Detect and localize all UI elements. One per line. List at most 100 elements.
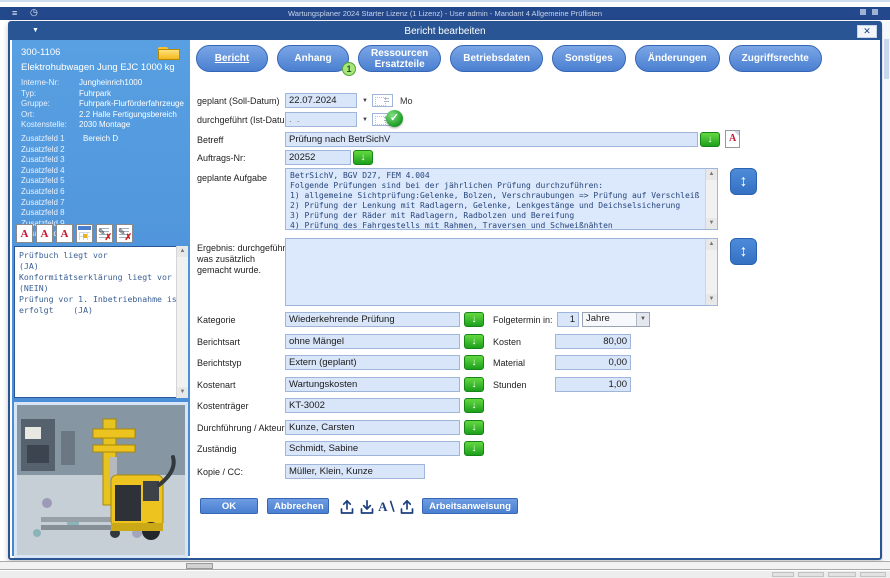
select-row-lookup-button[interactable]: ↓ [464, 355, 484, 370]
done-date-label: durchgeführt (Ist-Datum) [197, 115, 296, 125]
scroll-down-icon[interactable]: ▼ [177, 387, 188, 398]
upload-icon[interactable] [398, 498, 416, 515]
scroll-down-icon[interactable]: ▼ [706, 294, 717, 305]
pallet-truck-illustration [17, 405, 185, 555]
scrollbar-thumb[interactable] [186, 563, 213, 569]
amount-row-input[interactable] [555, 333, 631, 349]
amount-row-input[interactable] [555, 376, 631, 392]
extra-field-row: Zusatzfeld 2 [21, 145, 188, 156]
scroll-up-icon[interactable]: ▲ [177, 246, 188, 257]
chevron-down-icon[interactable]: ▼ [362, 98, 368, 104]
select-row-input[interactable] [285, 441, 460, 456]
done-date-input[interactable] [285, 112, 357, 127]
tab-label: Änderungen [647, 53, 707, 64]
object-id: 300-1106 [21, 47, 61, 58]
extra-field-row: Zusatzfeld 3 [21, 155, 188, 166]
close-icon[interactable]: ✕ [857, 25, 877, 38]
extra-field-label: Zusatzfeld 3 [21, 155, 65, 165]
confirm-check-icon[interactable]: ✓ [386, 110, 403, 127]
upload-icon[interactable] [338, 498, 356, 515]
select-row-label: Kostenträger [197, 401, 249, 411]
select-row-lookup-button[interactable]: ↓ [464, 376, 484, 392]
select-row-lookup-button[interactable]: ↓ [464, 441, 484, 456]
statusbar [0, 571, 890, 578]
pdf-icon[interactable]: A [725, 130, 740, 148]
detail-row: Gruppe: Fuhrpark-Flurförderfahrzeuge [21, 99, 188, 110]
equipment-photo[interactable] [14, 402, 188, 558]
scroll-up-icon[interactable]: ▲ [706, 169, 717, 180]
tab-label: Anhang [294, 53, 332, 64]
order-no-lookup-button[interactable]: ↓ [353, 150, 373, 165]
object-notes-field[interactable]: Prüfbuch liegt vor (JA) Konformitätserkl… [14, 246, 188, 398]
dialog-bericht-bearbeiten: ▼ Bericht bearbeiten ✕ 300-1106 Elektroh… [8, 21, 882, 560]
download-icon[interactable] [358, 498, 376, 515]
tab[interactable]: Änderungen [634, 45, 720, 72]
select-row-lookup-button[interactable]: ↓ [464, 398, 484, 413]
window-horizontal-scrollbar[interactable] [0, 561, 890, 570]
tab-label: Betriebsdaten [463, 53, 530, 64]
select-row-input[interactable] [285, 398, 460, 413]
ok-button[interactable]: OK [200, 498, 258, 514]
planned-date-input[interactable] [285, 93, 357, 108]
object-name: Elektrohubwagen Jung EJC 1000 kg [21, 62, 175, 73]
select-row-input[interactable] [285, 355, 460, 370]
pdf-icon[interactable]: A [56, 224, 73, 243]
notes-scrollbar[interactable]: ▲ ▼ [176, 246, 188, 398]
task-scrollbar[interactable]: ▲ ▼ [705, 169, 717, 229]
tab[interactable]: Ressourcen Ersatzteile [358, 45, 442, 72]
dialog-title: Bericht bearbeiten [404, 26, 486, 37]
dialog-titlebar[interactable]: ▼ Bericht bearbeiten ✕ [10, 23, 880, 40]
tab[interactable]: Anhang 1 [277, 45, 356, 76]
pdf-icon[interactable]: A [36, 224, 53, 243]
expand-task-button[interactable]: ↕ [730, 168, 757, 195]
task-textarea[interactable]: BetrSichV, BGV D27, FEM 4.004 Folgende P… [285, 168, 718, 230]
edit-document-icon[interactable]: ✎ ✗ [96, 224, 113, 243]
subject-lookup-button[interactable]: ↓ [700, 132, 720, 147]
select-row-input[interactable] [285, 419, 460, 435]
scroll-up-icon[interactable]: ▲ [706, 239, 717, 250]
tab[interactable]: Zugriffsrechte [728, 45, 822, 72]
font-icon[interactable]: A∖ [378, 498, 396, 515]
date-picker-button[interactable] [372, 94, 393, 107]
cc-input[interactable] [285, 464, 425, 479]
detail-label: Typ: [21, 88, 37, 98]
tab[interactable]: Bericht [196, 45, 268, 72]
order-no-input[interactable] [285, 150, 351, 165]
select-row-input[interactable] [285, 312, 460, 327]
select-row-input[interactable] [285, 333, 460, 349]
detail-value: Fuhrpark [79, 88, 112, 98]
select-row-lookup-button[interactable]: ↓ [464, 419, 484, 435]
tab-label: Zugriffsrechte [741, 53, 809, 64]
expand-result-button[interactable]: ↕ [730, 238, 757, 265]
followup-unit-select[interactable]: Jahre ▼ [582, 312, 650, 327]
select-row-label: Berichtstyp [197, 358, 242, 368]
result-scrollbar[interactable]: ▲ ▼ [705, 239, 717, 305]
select-row-lookup-button[interactable]: ↓ [464, 333, 484, 349]
pdf-icon[interactable]: A [16, 224, 33, 243]
amount-row-input[interactable] [555, 355, 631, 370]
cancel-button[interactable]: Abbrechen [267, 498, 329, 514]
folder-icon[interactable] [158, 45, 180, 60]
scroll-down-icon[interactable]: ▼ [706, 218, 717, 229]
select-row-input[interactable] [285, 376, 460, 392]
chevron-down-icon[interactable]: ▼ [636, 313, 649, 326]
calendar-icon[interactable] [76, 224, 93, 243]
window-vertical-scrollbar[interactable] [883, 21, 890, 560]
window-control-icon[interactable] [860, 9, 866, 15]
followup-value-input[interactable] [557, 312, 579, 327]
tab[interactable]: Betriebsdaten [450, 45, 543, 72]
sidebar-icon-toolbar: A A A ✎ ✗ ✎ ✗ [16, 224, 133, 243]
tab-label: Sonstiges [564, 53, 613, 64]
edit-document-icon[interactable]: ✎ ✗ [116, 224, 133, 243]
tab-bar: Bericht Anhang 1 Ressourcen Ersatzteile … [196, 45, 822, 76]
result-textarea[interactable] [285, 238, 718, 306]
chevron-down-icon[interactable]: ▼ [362, 117, 368, 123]
tab[interactable]: Sonstiges [551, 45, 626, 72]
select-row-label: Kostenart [197, 379, 236, 390]
select-row-lookup-button[interactable]: ↓ [464, 312, 484, 327]
work-instruction-button[interactable]: Arbeitsanweisung [422, 498, 518, 514]
subject-input[interactable] [285, 132, 698, 147]
screen: ≡ ◷ Wartungsplaner 2024 Starter Lizenz (… [0, 0, 890, 578]
window-control-icon[interactable] [872, 9, 878, 15]
detail-label: Kostenstelle: [21, 120, 67, 130]
